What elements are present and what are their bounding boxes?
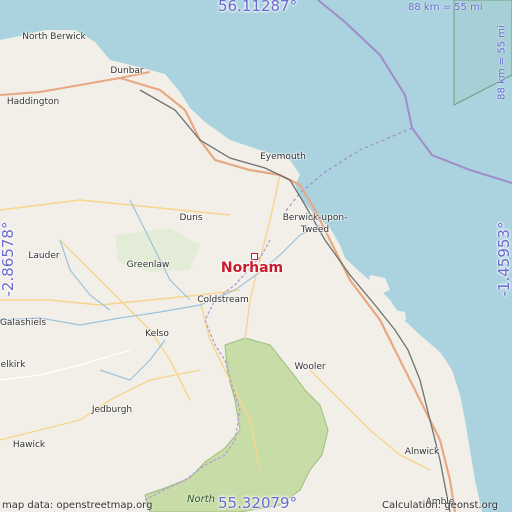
town-alnwick: Alnwick bbox=[404, 447, 440, 457]
town-galashiels: Galashiels bbox=[0, 318, 47, 328]
coord-west: -2.86578° bbox=[0, 221, 17, 297]
town-eyemouth: Eyemouth bbox=[260, 152, 306, 162]
town-dunbar: Dunbar bbox=[110, 66, 144, 76]
attribution-data[interactable]: map data: openstreetmap.org bbox=[2, 500, 152, 511]
coord-north: 56.11287° bbox=[218, 0, 298, 15]
map-view[interactable]: North Berwick Dunbar Haddington Eyemouth… bbox=[0, 0, 512, 512]
town-north-berwick: North Berwick bbox=[22, 32, 86, 42]
town-hawick: Hawick bbox=[12, 440, 46, 450]
location-marker-icon[interactable] bbox=[251, 253, 258, 260]
town-berwick-line1: Berwick-upon- bbox=[282, 213, 348, 223]
town-greenlaw: Greenlaw bbox=[126, 260, 170, 270]
coord-south: 55.32079° bbox=[218, 494, 298, 512]
town-jedburgh: Jedburgh bbox=[91, 405, 133, 415]
park-label: North bbox=[187, 494, 215, 505]
target-place-label: Norham bbox=[220, 260, 284, 276]
attribution-calc[interactable]: Calculation: geonst.org bbox=[382, 500, 498, 511]
town-haddington: Haddington bbox=[6, 97, 60, 107]
town-selkirk: elkirk bbox=[0, 360, 26, 370]
town-coldstream: Coldstream bbox=[197, 295, 249, 305]
town-lauder: Lauder bbox=[28, 251, 60, 261]
town-wooler: Wooler bbox=[294, 362, 326, 372]
town-duns: Duns bbox=[179, 213, 203, 223]
scale-horizontal: 88 km = 55 mi bbox=[408, 2, 483, 13]
scale-vertical: 88 km = 55 mi bbox=[496, 25, 508, 100]
coord-east: -1.45953° bbox=[495, 221, 512, 297]
town-kelso: Kelso bbox=[145, 329, 169, 339]
town-berwick-line2: Tweed bbox=[300, 225, 330, 235]
